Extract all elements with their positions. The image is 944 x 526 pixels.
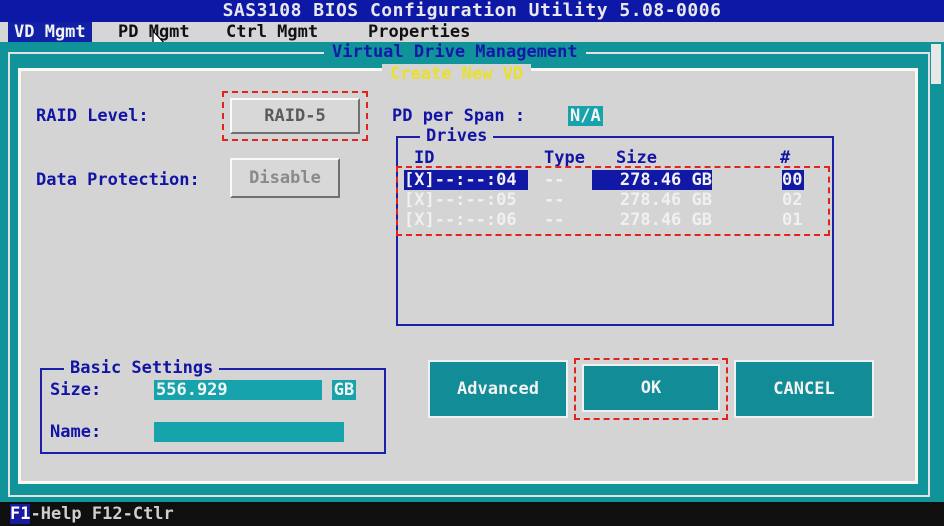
pd-per-span-value: N/A <box>568 106 603 126</box>
data-protection-label: Data Protection: <box>36 170 200 190</box>
menu-ctrl-mgmt[interactable]: Ctrl Mgmt <box>220 22 324 42</box>
cancel-button[interactable]: CANCEL <box>734 360 874 418</box>
size-label: Size: <box>50 380 102 400</box>
ok-button-highlight <box>574 358 728 420</box>
basic-settings-title: Basic Settings <box>64 358 220 378</box>
raid-level-label: RAID Level: <box>36 106 149 126</box>
dialog-title: Create New VD <box>382 64 532 84</box>
col-header-id: ID <box>414 148 435 168</box>
name-label: Name: <box>50 422 102 442</box>
menu-vd-mgmt[interactable]: VD Mgmt <box>8 22 92 42</box>
drives-highlight <box>396 166 830 236</box>
col-header-type: Type <box>544 148 585 168</box>
window-title: SAS3108 BIOS Configuration Utility 5.08-… <box>222 0 722 21</box>
name-input[interactable] <box>154 422 344 442</box>
help-hint-text: -Help F12-Ctlr <box>30 504 174 524</box>
size-unit: GB <box>332 380 356 400</box>
data-protection-select[interactable]: Disable <box>230 158 340 198</box>
advanced-button[interactable]: Advanced <box>428 360 568 418</box>
f1-key: F1 <box>10 504 31 524</box>
vd-management-title: Virtual Drive Management <box>324 42 586 62</box>
pd-per-span-label: PD per Span : <box>392 106 526 126</box>
help-hint: F1-Help F12-Ctlr <box>10 504 174 524</box>
col-header-size: Size <box>616 148 657 168</box>
drives-title: Drives <box>420 126 494 146</box>
raid-level-highlight <box>222 91 368 141</box>
menu-properties[interactable]: Properties <box>362 22 476 42</box>
size-input[interactable]: 556.929 <box>154 380 322 400</box>
scrollbar-thumb[interactable] <box>931 44 941 84</box>
col-header-num: # <box>780 148 791 168</box>
